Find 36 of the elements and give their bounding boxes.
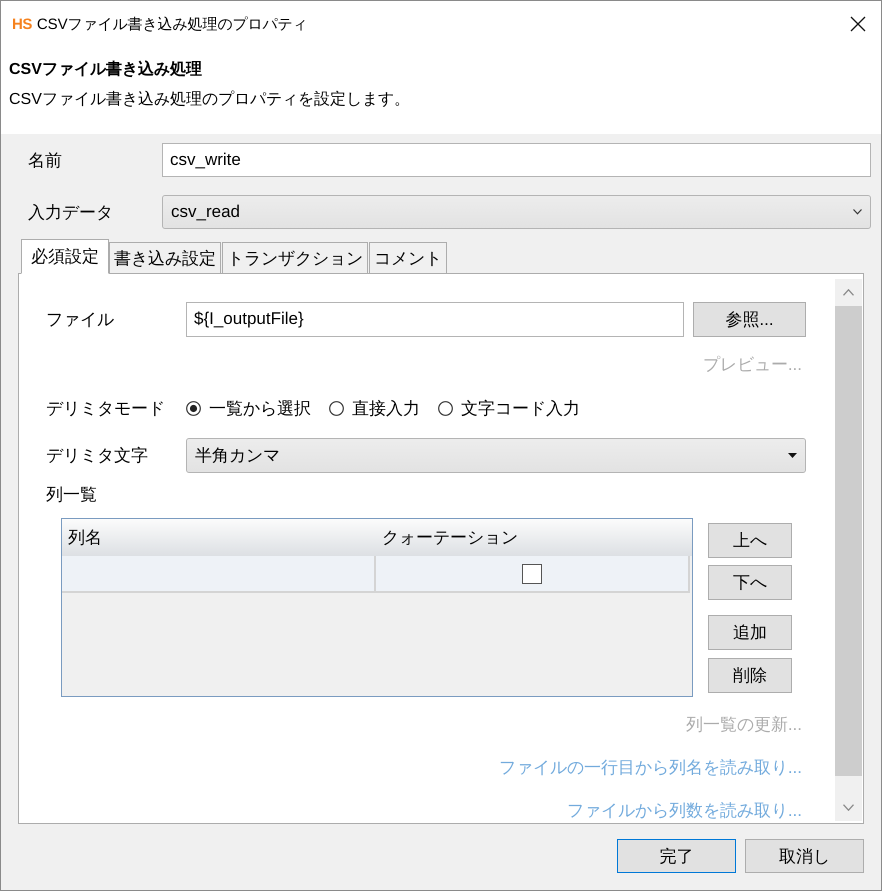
tab[interactable]: 書き込み設定 — [109, 242, 221, 273]
radio-button[interactable]: 直接入力 — [329, 397, 420, 420]
column-header: クォーテーション — [381, 527, 519, 550]
checkbox[interactable] — [522, 564, 542, 584]
field-label: 入力データ — [27, 202, 114, 224]
close-icon — [850, 16, 866, 32]
tab[interactable]: コメント — [369, 242, 447, 273]
radio-button[interactable]: 文字コード入力 — [438, 397, 580, 420]
field-label: 名前 — [27, 150, 63, 172]
window-title: CSVファイル書き込み処理のプロパティ — [36, 14, 308, 34]
file-label: ファイル — [46, 308, 115, 331]
list-action-button[interactable]: 下へ — [708, 565, 792, 600]
list-action-button[interactable]: 削除 — [708, 658, 792, 694]
dialog-heading: CSVファイル書き込み処理 — [9, 59, 203, 80]
list-action-button[interactable]: 追加 — [708, 615, 792, 650]
tab[interactable]: 必須設定 — [21, 239, 109, 274]
caret-down-icon — [788, 453, 797, 458]
radio-button[interactable]: 一覧から選択 — [186, 397, 311, 420]
list-action-button[interactable]: 上へ — [708, 523, 792, 558]
scroll-up-icon[interactable] — [843, 289, 854, 296]
tab[interactable]: トランザクション — [222, 242, 368, 273]
column-header: 列名 — [67, 527, 103, 550]
input-data-dropdown[interactable]: csv_read — [162, 195, 871, 229]
app-logo: HS — [12, 16, 32, 32]
dialog-button[interactable]: 完了 — [617, 839, 736, 873]
dialog-button[interactable]: 取消し — [745, 839, 864, 873]
delimiter-char-label: デリミタ文字 — [46, 445, 149, 468]
browse-button[interactable]: 参照... — [693, 302, 806, 337]
column-list-label: 列一覧 — [46, 484, 97, 506]
scroll-down-icon[interactable] — [843, 804, 854, 811]
delimiter-mode-label: デリミタモード — [46, 398, 166, 420]
chevron-down-icon — [853, 209, 862, 215]
name-field[interactable]: csv_write — [162, 143, 871, 177]
file-path-field[interactable]: ${I_outputFile} — [186, 302, 684, 337]
delimiter-char-dropdown[interactable]: 半角カンマ — [186, 438, 806, 474]
dialog-description: CSVファイル書き込み処理のプロパティを設定します。 — [9, 90, 411, 110]
